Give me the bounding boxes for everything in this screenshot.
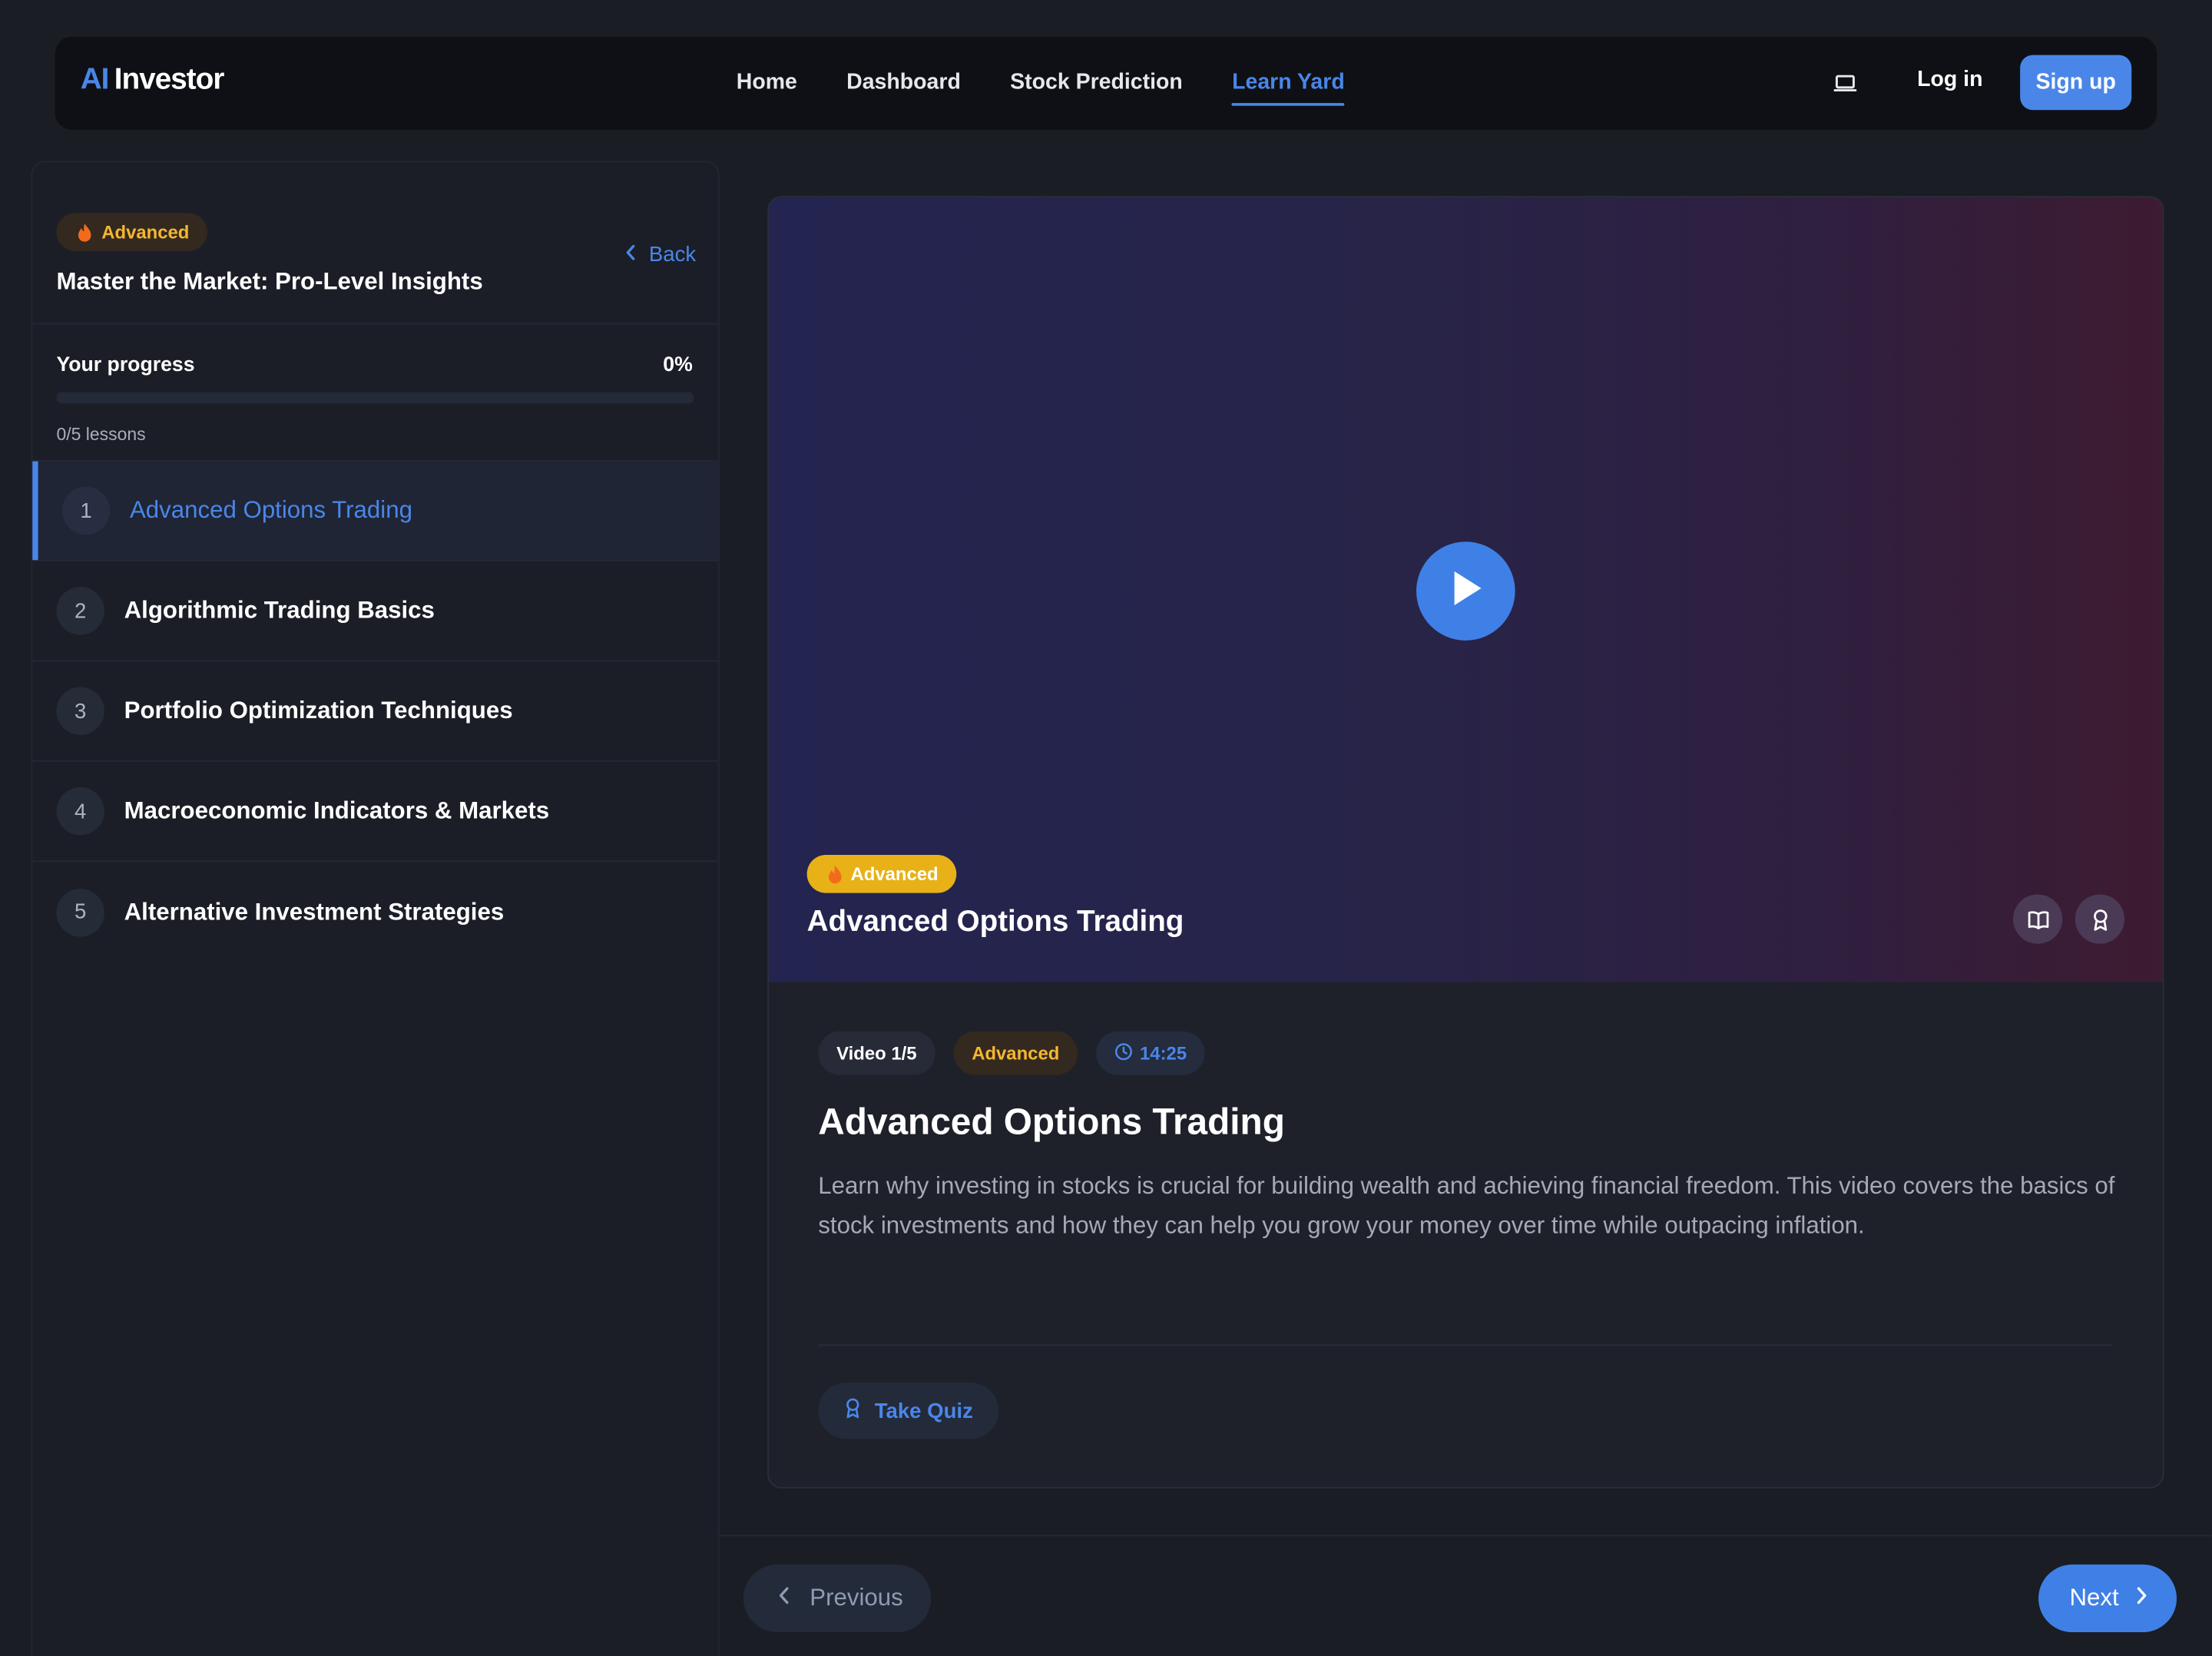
take-quiz-label: Take Quiz bbox=[874, 1399, 973, 1423]
play-icon bbox=[1447, 568, 1484, 614]
nav-link-home[interactable]: Home bbox=[737, 37, 797, 130]
lesson-card: Advanced Advanced Options Trading Video … bbox=[767, 196, 2164, 1489]
lesson-title: Algorithmic Trading Basics bbox=[124, 596, 435, 624]
flame-icon bbox=[826, 864, 843, 884]
lesson-description: Learn why investing in stocks is crucial… bbox=[818, 1172, 2115, 1239]
flame-icon bbox=[76, 222, 93, 242]
lesson-pagination: Previous Next bbox=[719, 1535, 2212, 1656]
brand-logo-ai: AI bbox=[80, 63, 110, 96]
video-level-label: Advanced bbox=[850, 863, 939, 885]
progress-percent: 0% bbox=[663, 354, 693, 377]
nav-link-dashboard[interactable]: Dashboard bbox=[846, 37, 961, 130]
video-level-badge: Advanced bbox=[806, 855, 957, 893]
main-nav: Home Dashboard Stock Prediction Learn Ya… bbox=[737, 37, 1345, 130]
chevron-right-icon bbox=[2136, 1585, 2149, 1613]
nav-link-stock-prediction[interactable]: Stock Prediction bbox=[1010, 37, 1183, 130]
clock-icon bbox=[1114, 1042, 1133, 1064]
lesson-item[interactable]: 4 Macroeconomic Indicators & Markets bbox=[32, 762, 718, 863]
book-open-icon[interactable] bbox=[2012, 894, 2063, 944]
top-navbar: AI Investor Home Dashboard Stock Predicti… bbox=[55, 36, 2157, 130]
progress-label: Your progress bbox=[56, 354, 195, 377]
signup-button[interactable]: Sign up bbox=[2020, 55, 2132, 111]
lesson-number: 3 bbox=[56, 687, 104, 735]
award-icon[interactable] bbox=[2075, 894, 2125, 944]
previous-label: Previous bbox=[810, 1584, 903, 1611]
award-icon bbox=[843, 1396, 862, 1425]
lesson-title: Advanced Options Trading bbox=[129, 496, 412, 524]
lessons-count: 0/5 lessons bbox=[56, 424, 146, 445]
chevron-left-icon bbox=[777, 1585, 790, 1613]
progress-bar bbox=[56, 392, 694, 404]
lesson-number: 1 bbox=[61, 486, 111, 535]
lesson-number: 4 bbox=[56, 787, 104, 836]
course-sidebar: Advanced Master the Market: Pro-Level In… bbox=[31, 161, 720, 1656]
level-badge-label: Advanced bbox=[101, 221, 190, 243]
duration-tag: 14:25 bbox=[1096, 1031, 1205, 1075]
lesson-details: Video 1/5 Advanced 14:25 Advanced Option… bbox=[769, 982, 2163, 1487]
progress-section: Your progress 0% 0/5 lessons bbox=[32, 324, 718, 462]
lesson-number: 2 bbox=[56, 587, 104, 635]
video-count-tag: Video 1/5 bbox=[818, 1031, 935, 1075]
course-header: Advanced Master the Market: Pro-Level In… bbox=[32, 162, 718, 325]
video-player[interactable]: Advanced Advanced Options Trading bbox=[769, 197, 2163, 982]
course-title: Master the Market: Pro-Level Insights bbox=[56, 267, 483, 295]
lesson-title: Macroeconomic Indicators & Markets bbox=[124, 797, 550, 824]
lesson-item[interactable]: 3 Portfolio Optimization Techniques bbox=[32, 661, 718, 762]
login-link[interactable]: Log in bbox=[1917, 68, 1982, 93]
nav-link-learn-yard[interactable]: Learn Yard bbox=[1232, 37, 1345, 130]
video-title: Advanced Options Trading bbox=[806, 906, 1184, 939]
divider bbox=[818, 1344, 2112, 1346]
back-label: Back bbox=[648, 242, 697, 267]
previous-button[interactable]: Previous bbox=[743, 1564, 932, 1633]
chevron-left-icon bbox=[625, 243, 637, 267]
take-quiz-button[interactable]: Take Quiz bbox=[818, 1382, 998, 1439]
lesson-title: Portfolio Optimization Techniques bbox=[124, 697, 513, 724]
brand-logo[interactable]: AI Investor bbox=[80, 63, 225, 98]
next-label: Next bbox=[2069, 1584, 2119, 1611]
lesson-heading: Advanced Options Trading bbox=[818, 1100, 1285, 1143]
lesson-list: 1 Advanced Options Trading 2 Algorithmic… bbox=[32, 461, 718, 962]
lesson-tags: Video 1/5 Advanced 14:25 bbox=[818, 1031, 1205, 1075]
brand-logo-name: Investor bbox=[114, 63, 225, 96]
play-button[interactable] bbox=[1416, 542, 1515, 641]
level-tag: Advanced bbox=[953, 1031, 1078, 1075]
laptop-icon[interactable] bbox=[1830, 69, 1860, 98]
lesson-number: 5 bbox=[56, 888, 104, 936]
lesson-item[interactable]: 5 Alternative Investment Strategies bbox=[32, 862, 718, 962]
back-link[interactable]: Back bbox=[625, 243, 696, 267]
lesson-title: Alternative Investment Strategies bbox=[124, 898, 505, 925]
level-badge: Advanced bbox=[56, 213, 208, 251]
lesson-item[interactable]: 2 Algorithmic Trading Basics bbox=[32, 561, 718, 662]
duration-label: 14:25 bbox=[1140, 1042, 1187, 1064]
lesson-item[interactable]: 1 Advanced Options Trading bbox=[32, 461, 718, 562]
next-button[interactable]: Next bbox=[2038, 1564, 2177, 1633]
